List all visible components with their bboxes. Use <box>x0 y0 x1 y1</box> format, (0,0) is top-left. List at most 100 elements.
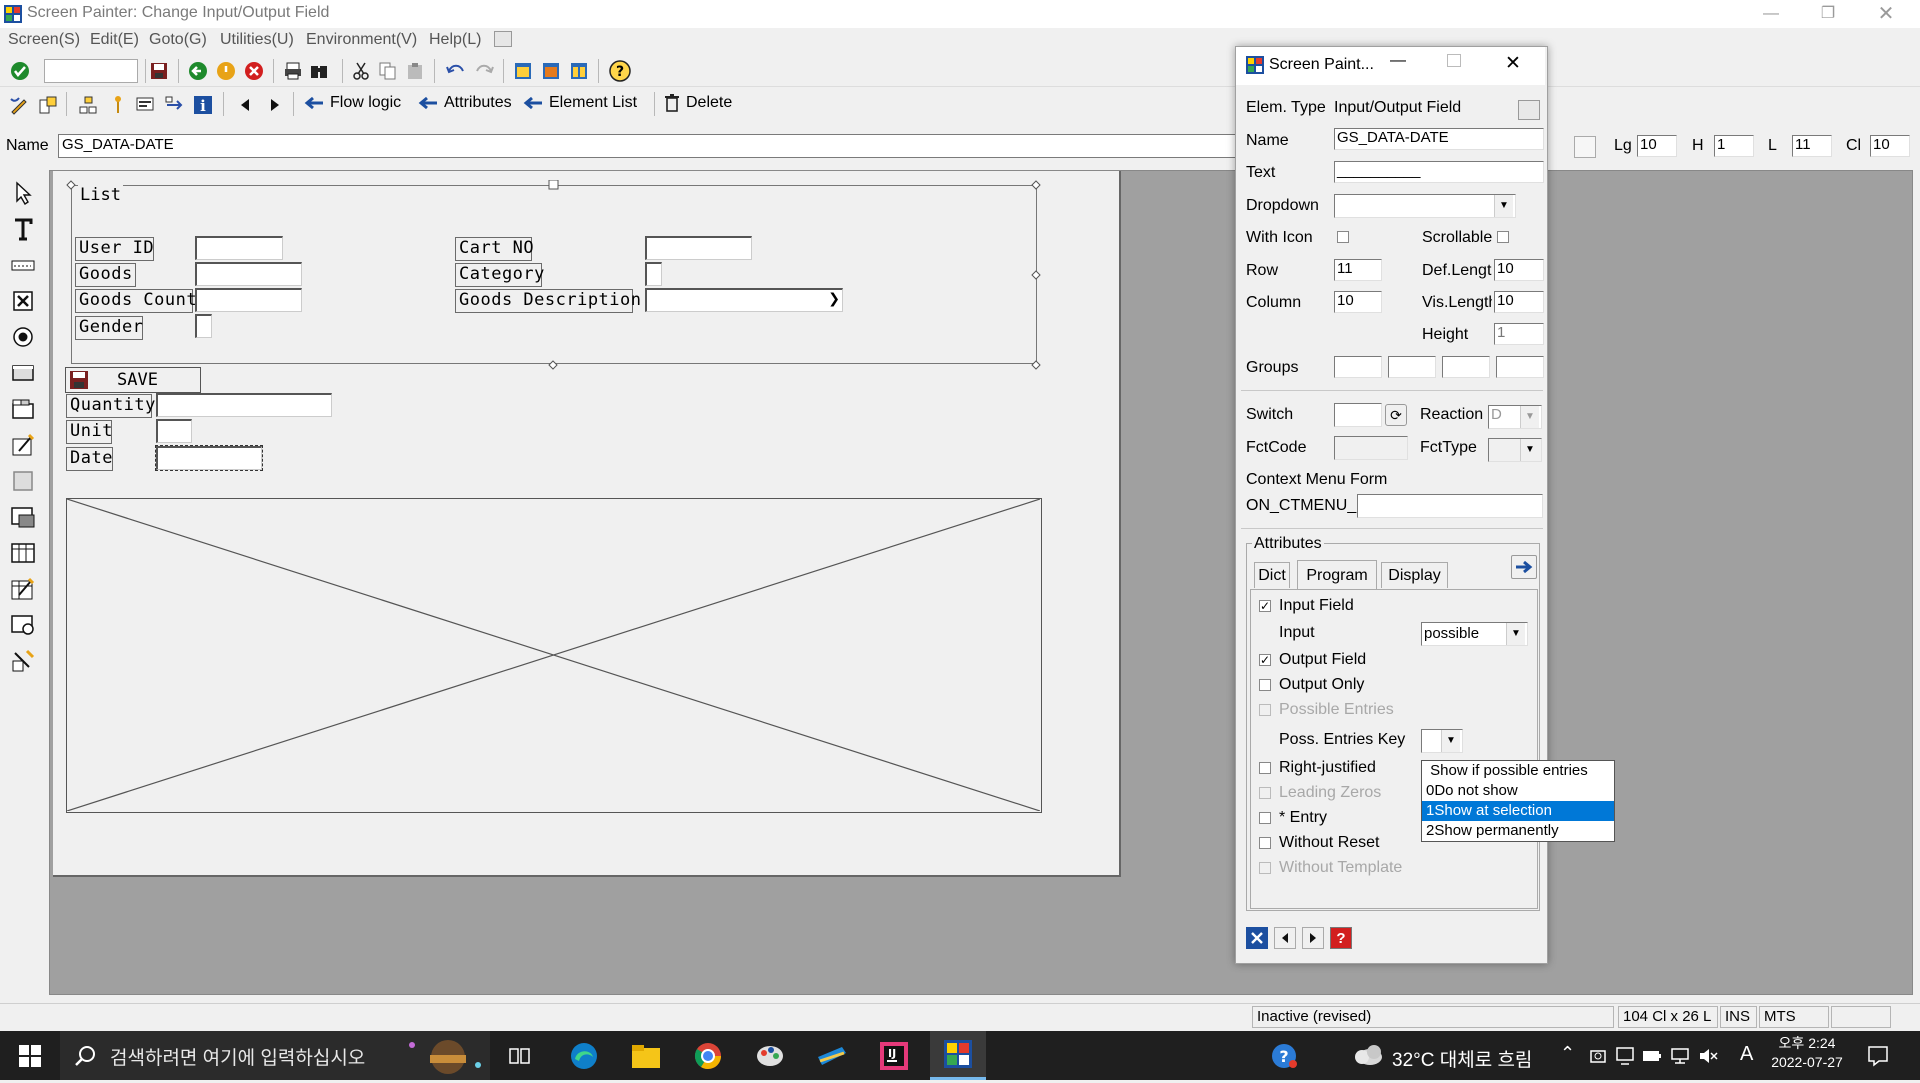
tab-program[interactable]: Program <box>1297 560 1377 590</box>
network-icon[interactable] <box>1670 1048 1690 1064</box>
dropdown-option[interactable]: Show if possible entries <box>1422 761 1614 781</box>
box-tool-icon[interactable] <box>8 466 38 496</box>
undo-icon[interactable] <box>445 60 467 82</box>
height-field[interactable]: 1 <box>1494 323 1544 345</box>
ctmenu-field[interactable] <box>1357 494 1543 518</box>
find-icon[interactable] <box>308 60 330 82</box>
input-goods[interactable] <box>195 262 302 286</box>
pin-icon[interactable] <box>107 94 129 116</box>
lg-field[interactable]: 10 <box>1637 135 1677 157</box>
label-category[interactable]: Category <box>455 263 544 287</box>
dialog-minimize-button[interactable]: — <box>1388 52 1408 70</box>
input-gender[interactable] <box>195 314 212 338</box>
menu-goto[interactable]: Goto(G) <box>149 31 207 49</box>
edit-pencil-icon[interactable] <box>8 94 30 116</box>
attributes-button[interactable]: Attributes <box>418 94 512 112</box>
edge-browser-icon[interactable] <box>564 1036 604 1076</box>
table-control-tool-icon[interactable] <box>8 538 38 568</box>
input-field-tool-icon[interactable] <box>8 250 38 280</box>
flow-logic-button[interactable]: Flow logic <box>304 94 401 112</box>
entry-checkbox[interactable] <box>1259 812 1271 824</box>
label-cart-no[interactable]: Cart NO <box>455 237 534 261</box>
dialog-close-x-icon[interactable] <box>1246 927 1268 949</box>
label-goods-description[interactable]: Goods Description <box>455 289 641 313</box>
switch-field[interactable] <box>1334 403 1382 427</box>
chrome-icon[interactable] <box>688 1036 728 1076</box>
camera-icon[interactable] <box>1590 1048 1606 1064</box>
layout-window-icon-2[interactable] <box>540 60 562 82</box>
output-only-checkbox[interactable] <box>1259 679 1271 691</box>
arrange-icon[interactable] <box>163 94 185 116</box>
paint-app-icon[interactable] <box>750 1036 790 1076</box>
without-template-checkbox[interactable] <box>1259 862 1271 874</box>
right-justified-checkbox[interactable] <box>1259 762 1271 774</box>
restore-button[interactable]: ❐ <box>1800 0 1856 28</box>
input-goods-count[interactable] <box>195 288 302 312</box>
delete-button[interactable]: Delete <box>664 94 732 112</box>
fcttype-select[interactable]: ▼ <box>1488 438 1542 462</box>
minimize-button[interactable]: — <box>1743 0 1799 28</box>
file-explorer-icon[interactable] <box>626 1036 666 1076</box>
menu-utilities[interactable]: Utilities(U) <box>220 31 294 49</box>
label-goods-count[interactable]: Goods Count <box>75 289 197 313</box>
vis-length-field[interactable]: 10 <box>1494 291 1544 313</box>
tab-dict[interactable]: Dict <box>1254 562 1290 588</box>
dropdown-option-selected[interactable]: 1Show at selection <box>1422 801 1614 821</box>
label-goods[interactable]: Goods <box>75 263 136 287</box>
subscreen-tool-icon[interactable] <box>8 502 38 532</box>
custom-control-area[interactable] <box>66 498 1042 813</box>
label-gender[interactable]: Gender <box>75 316 143 340</box>
taskbar-clock[interactable]: 오후 2:24 2022-07-27 <box>1770 1034 1844 1072</box>
row-field[interactable]: 11 <box>1334 259 1382 281</box>
close-button[interactable]: ✕ <box>1858 0 1914 28</box>
dialog-maximize-button[interactable] <box>1447 54 1461 67</box>
status-icon-tool-icon[interactable] <box>8 646 38 676</box>
hierarchy-icon[interactable] <box>77 94 99 116</box>
element-list-button[interactable]: Element List <box>523 94 637 112</box>
switch-refresh-icon[interactable]: ⟳ <box>1385 404 1407 426</box>
help-tips-icon[interactable]: ? <box>1264 1036 1304 1076</box>
screen-layout-icon[interactable] <box>134 94 156 116</box>
scrollable-checkbox[interactable] <box>1497 231 1509 243</box>
previous-icon[interactable] <box>234 94 256 116</box>
back-icon[interactable] <box>187 60 209 82</box>
enter-check-icon[interactable] <box>9 60 31 82</box>
group-field-2[interactable] <box>1388 356 1436 378</box>
label-date[interactable]: Date <box>66 447 113 471</box>
dropdown-select[interactable]: ▼ <box>1334 194 1516 218</box>
def-length-field[interactable]: 10 <box>1494 259 1544 281</box>
dropdown-option[interactable]: 0Do not show <box>1422 781 1614 801</box>
paste-icon[interactable] <box>404 60 426 82</box>
group-field-4[interactable] <box>1496 356 1544 378</box>
with-icon-checkbox[interactable] <box>1337 231 1349 243</box>
input-goods-description[interactable]: ❯ <box>645 288 843 312</box>
print-icon[interactable] <box>282 60 304 82</box>
pointer-tool-icon[interactable] <box>8 178 38 208</box>
text-tool-icon[interactable] <box>8 214 38 244</box>
menu-environment[interactable]: Environment(V) <box>306 31 417 49</box>
dlg-name-field[interactable]: GS_DATA-DATE <box>1334 128 1544 150</box>
h-field[interactable]: 1 <box>1714 135 1754 157</box>
possible-entries-checkbox[interactable] <box>1259 704 1271 716</box>
fctcode-field[interactable] <box>1334 436 1408 460</box>
dlg-text-field[interactable]: __________ <box>1334 161 1544 183</box>
cl-field[interactable]: 10 <box>1870 135 1910 157</box>
menu-edit[interactable]: Edit(E) <box>90 31 139 49</box>
leading-zeros-checkbox[interactable] <box>1259 787 1271 799</box>
weather-text[interactable]: 32°C 대체로 흐림 <box>1392 1045 1532 1072</box>
cut-icon[interactable] <box>350 60 372 82</box>
menu-screen[interactable]: Screen(S) <box>8 31 80 49</box>
l-field[interactable]: 11 <box>1792 135 1832 157</box>
battery-icon[interactable] <box>1642 1049 1662 1063</box>
info-icon[interactable]: i <box>192 94 214 116</box>
exit-icon[interactable] <box>215 60 237 82</box>
tab-display[interactable]: Display <box>1381 562 1448 588</box>
dialog-next-icon[interactable] <box>1302 927 1324 949</box>
dialog-prev-icon[interactable] <box>1274 927 1296 949</box>
tabstrip-tool-icon[interactable] <box>8 394 38 424</box>
name-field[interactable]: GS_DATA-DATE <box>58 134 1238 158</box>
windows-start-icon[interactable] <box>10 1036 50 1076</box>
screen-painter-taskbar-button[interactable] <box>930 1031 986 1080</box>
checkbox-tool-icon[interactable] <box>8 286 38 316</box>
next-icon[interactable] <box>264 94 286 116</box>
